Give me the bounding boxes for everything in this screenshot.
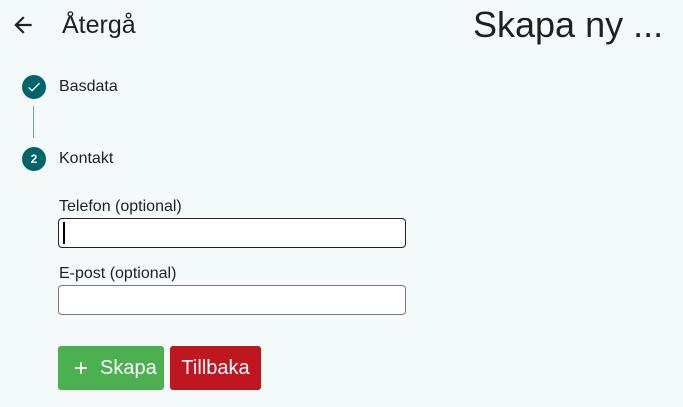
back-button[interactable]: Tillbaka (170, 346, 261, 390)
back-link[interactable]: Återgå (62, 10, 136, 40)
page-title: Skapa ny ... (473, 4, 664, 45)
phone-field-label: Telefon (optional) (59, 198, 182, 215)
check-icon (28, 82, 40, 92)
phone-input[interactable] (58, 218, 406, 248)
email-input[interactable] (58, 285, 406, 315)
step-1-label[interactable]: Basdata (59, 77, 118, 97)
step-connector (33, 106, 34, 138)
create-button-label: Skapa (100, 357, 157, 379)
back-arrow-button[interactable] (8, 10, 38, 40)
arrow-left-icon (14, 16, 32, 34)
plus-icon (75, 362, 87, 374)
step-2-label[interactable]: Kontakt (59, 149, 113, 169)
back-button-label: Tillbaka (181, 356, 250, 379)
step-2-indicator[interactable]: 2 (22, 147, 46, 171)
text-caret (63, 222, 65, 244)
step-1-indicator[interactable] (22, 75, 46, 99)
email-field-label: E-post (optional) (59, 265, 177, 282)
create-button[interactable]: Skapa (58, 346, 164, 390)
